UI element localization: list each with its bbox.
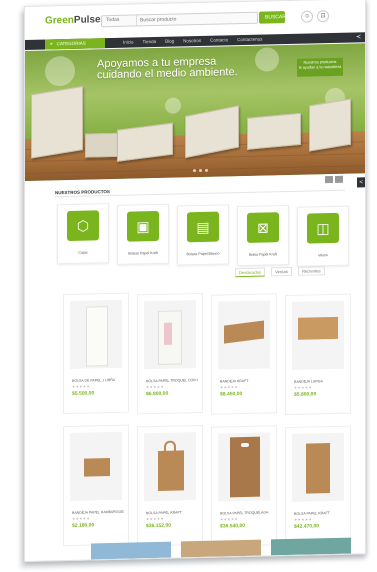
bottom-banner-3[interactable] bbox=[271, 537, 351, 556]
search-button[interactable]: BUSCAR bbox=[259, 11, 286, 24]
logo-main: Green bbox=[45, 14, 74, 27]
product-name[interactable]: BANDEJA KRAFT bbox=[220, 378, 272, 384]
nav-link-nosotros[interactable]: Nosotros bbox=[183, 36, 201, 46]
product-rating: ★★★★★ bbox=[294, 385, 313, 390]
compartment-box-image bbox=[31, 86, 83, 159]
product-name[interactable]: BOLSA DE PAPEL 1 LIBRA bbox=[72, 378, 124, 383]
product-name[interactable]: BOLSA PAPEL KRAFT bbox=[146, 510, 198, 515]
product-name[interactable]: BANDEJA LARGA bbox=[294, 379, 346, 384]
product-rating: ★★★★★ bbox=[72, 516, 91, 521]
product-card[interactable]: BANDEJA LARGA ★★★★★ $5.800,00 bbox=[285, 293, 351, 416]
arrow-right-icon[interactable] bbox=[335, 175, 343, 183]
product-rating: ★★★★★ bbox=[146, 384, 165, 390]
product-image[interactable] bbox=[144, 300, 196, 370]
category-label: Vasos bbox=[318, 253, 328, 258]
categories-label: CATEGORIAS bbox=[56, 40, 86, 47]
tab-ventas[interactable]: Ventas bbox=[271, 266, 292, 277]
product-price: $6.800,00 bbox=[146, 390, 169, 398]
menu-icon: ≡ bbox=[50, 41, 53, 47]
product-image[interactable] bbox=[70, 431, 122, 501]
search-input[interactable] bbox=[136, 12, 253, 26]
bag-icon: ▣ bbox=[127, 210, 159, 242]
product-name[interactable]: BOLSA PAPEL KRAFT bbox=[294, 511, 346, 516]
product-price: $8.450,00 bbox=[220, 391, 243, 398]
nav-link-tienda[interactable]: Tienda bbox=[143, 37, 157, 47]
product-name[interactable]: BOLSA PAPEL TROQUEL CON ASA bbox=[146, 378, 198, 383]
category-label: Bolsas Papel Kraft bbox=[128, 250, 158, 256]
product-card[interactable]: BOLSA PAPEL KRAFT ★★★★★ $36.152,00 bbox=[137, 424, 203, 547]
product-rating: ★★★★★ bbox=[294, 517, 313, 522]
product-tabs: Destacados Ventas Recientes bbox=[235, 266, 325, 278]
arrow-left-icon[interactable] bbox=[325, 175, 333, 184]
cart-icon[interactable]: ⊡ bbox=[317, 10, 329, 23]
hero-line-2: cuidando el medio ambiente. bbox=[97, 66, 238, 82]
category-vasos[interactable]: ◫ Vasos bbox=[297, 205, 349, 267]
product-rating: ★★★★★ bbox=[220, 517, 239, 522]
product-card[interactable]: BANDEJA PAPEL HAMBURGUESA ★★★★★ $2.180,0… bbox=[63, 424, 129, 547]
category-label: Bolsas Papel Blanco bbox=[186, 251, 220, 257]
cup-icon: ◫ bbox=[307, 212, 339, 244]
product-card[interactable]: BANDEJA KRAFT ★★★★★ $8.450,00 bbox=[211, 293, 277, 415]
bottom-banner-2[interactable] bbox=[181, 539, 261, 558]
product-card[interactable]: BOLSA PAPEL TROQUEL CON ASA ★★★★★ $6.800… bbox=[137, 292, 203, 415]
share-icon[interactable]: ≺ bbox=[356, 32, 361, 42]
side-panel-toggle[interactable]: ≺ bbox=[357, 177, 365, 188]
logo-accent: Pulse bbox=[73, 14, 101, 26]
bag-icon: ▤ bbox=[187, 211, 219, 243]
product-image[interactable] bbox=[144, 432, 196, 502]
product-image[interactable] bbox=[70, 299, 122, 369]
nav-link-contacto[interactable]: Contacto bbox=[210, 35, 228, 45]
product-name[interactable]: BOLSA PAPEL TROQUELADA bbox=[220, 510, 272, 515]
bag-handle-icon: ⊠ bbox=[247, 212, 279, 243]
product-price: $5.500,00 bbox=[72, 390, 95, 397]
product-rating: ★★★★★ bbox=[146, 516, 165, 522]
bottom-banner-1[interactable] bbox=[91, 541, 171, 560]
website-page: GreenPulse Todas BUSCAR ☺ ⊡ ≡CATEGORIAS … bbox=[24, 0, 366, 562]
product-image[interactable] bbox=[292, 300, 344, 370]
hero-badge-line-2: le ayudan a la naturaleza bbox=[298, 64, 342, 70]
box-icon: ⬡ bbox=[67, 210, 99, 242]
product-price: $36.540,00 bbox=[220, 522, 246, 530]
tab-recientes[interactable]: Recientes bbox=[297, 266, 325, 276]
cube-box-image bbox=[309, 98, 351, 152]
product-card[interactable]: BOLSA PAPEL KRAFT ★★★★★ $42.470,00 bbox=[285, 425, 351, 548]
product-rating: ★★★★★ bbox=[72, 384, 91, 389]
hero-banner[interactable]: Apoyamos a tu empresa cuidando el medio … bbox=[25, 43, 365, 181]
search-box: Todas bbox=[101, 11, 258, 28]
site-logo[interactable]: GreenPulse bbox=[45, 14, 101, 26]
nav-link-inicio[interactable]: Inicio bbox=[123, 38, 134, 48]
hero-slider-dots[interactable] bbox=[193, 168, 208, 173]
product-image[interactable] bbox=[292, 432, 344, 502]
category-label: Cajas bbox=[78, 250, 88, 255]
tab-destacados[interactable]: Destacados bbox=[235, 267, 266, 278]
product-image[interactable] bbox=[218, 432, 270, 502]
product-price: $5.800,00 bbox=[294, 391, 317, 398]
product-card[interactable]: BOLSA DE PAPEL 1 LIBRA ★★★★★ $5.500,00 bbox=[63, 292, 129, 415]
category-cajas[interactable]: ⬡ Cajas bbox=[57, 203, 109, 265]
hero-headline: Apoyamos a tu empresa cuidando el medio … bbox=[97, 56, 238, 82]
product-price: $2.180,00 bbox=[72, 522, 95, 529]
product-price: $36.152,00 bbox=[146, 522, 172, 530]
category-bolsas-blanco[interactable]: ▤ Bolsas Papel Blanco bbox=[177, 204, 229, 266]
product-rating: ★★★★★ bbox=[220, 385, 239, 390]
product-image[interactable] bbox=[218, 300, 270, 370]
search-category-select[interactable]: Todas bbox=[106, 17, 119, 23]
category-bolsa-kraft-asa[interactable]: ⊠ Bolsa Papel Kraft bbox=[237, 204, 289, 267]
nav-link-contactenos[interactable]: Contactenos bbox=[237, 35, 262, 46]
carousel-arrows bbox=[325, 175, 343, 184]
user-icon[interactable]: ☺ bbox=[301, 10, 313, 23]
hero-badge: Nuestros productos le ayudan a la natura… bbox=[297, 57, 343, 77]
categories-menu-button[interactable]: ≡ CATEGORIAS bbox=[45, 38, 105, 50]
nav-link-blog[interactable]: Blog bbox=[165, 37, 174, 47]
product-card[interactable]: BOLSA PAPEL TROQUELADA ★★★★★ $36.540,00 bbox=[211, 425, 277, 547]
product-price: $42.470,00 bbox=[294, 523, 320, 530]
category-label: Bolsa Papel Kraft bbox=[249, 252, 277, 257]
lunch-box-image bbox=[247, 112, 301, 150]
category-bolsas-kraft[interactable]: ▣ Bolsas Papel Kraft bbox=[117, 203, 169, 265]
product-name[interactable]: BANDEJA PAPEL HAMBURGUESA bbox=[72, 510, 124, 515]
